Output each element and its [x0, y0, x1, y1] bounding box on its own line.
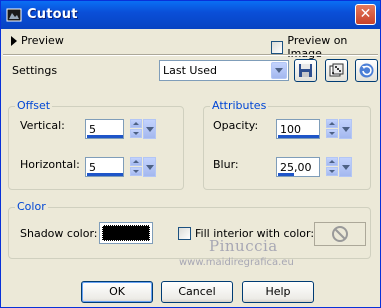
vertical-label: Vertical:	[20, 119, 65, 132]
horizontal-input[interactable]: 5	[85, 157, 156, 177]
shadow-color-fill	[102, 225, 150, 241]
reset-arrow-icon	[359, 63, 374, 78]
blur-up-icon[interactable]	[326, 157, 338, 166]
opacity-stepper[interactable]	[326, 119, 338, 139]
preview-row: Preview Preview on Image	[1, 29, 380, 60]
watermark-url: www.maidiregrafica.eu	[179, 257, 294, 268]
blur-dropdown-icon[interactable]	[339, 157, 352, 177]
opacity-label: Opacity:	[213, 119, 259, 132]
preview-toggle[interactable]: Preview	[11, 34, 64, 47]
horizontal-level-bar	[87, 173, 123, 176]
app-icon	[6, 7, 22, 23]
opacity-up-icon[interactable]	[326, 119, 338, 128]
blur-stepper[interactable]	[326, 157, 338, 177]
window-title: Cutout	[27, 7, 78, 22]
title-bar[interactable]: Cutout ✕	[1, 1, 380, 29]
shadow-color-label: Shadow color:	[20, 227, 98, 240]
dice-icon	[329, 63, 344, 77]
settings-dropdown[interactable]: Last Used	[159, 60, 289, 81]
preview-on-image-checkbox[interactable]	[271, 40, 284, 54]
blur-label: Blur:	[213, 158, 239, 171]
offset-group-title: Offset	[15, 99, 53, 112]
horizontal-dropdown-icon[interactable]	[143, 157, 156, 177]
disabled-icon	[332, 226, 348, 242]
horizontal-down-icon[interactable]	[130, 167, 142, 176]
watermark-name: Pinuccia	[209, 237, 278, 255]
opacity-input[interactable]: 100	[276, 119, 352, 139]
preview-label: Preview	[21, 34, 64, 47]
chevron-down-icon[interactable]	[271, 62, 287, 79]
close-button[interactable]: ✕	[355, 4, 376, 25]
attributes-group-title: Attributes	[210, 99, 269, 112]
blur-down-icon[interactable]	[326, 167, 338, 176]
blur-level-bar	[278, 173, 294, 176]
expand-arrow-icon	[11, 35, 17, 46]
reset-button[interactable]	[355, 59, 378, 82]
randomize-button[interactable]	[325, 59, 348, 82]
ok-button[interactable]: OK	[81, 281, 153, 303]
opacity-dropdown-icon[interactable]	[339, 119, 352, 139]
opacity-down-icon[interactable]	[326, 129, 338, 138]
vertical-down-icon[interactable]	[130, 129, 142, 138]
settings-selected-value: Last Used	[163, 64, 217, 77]
save-preset-button[interactable]	[294, 59, 317, 82]
blur-input[interactable]: 25,00	[276, 157, 352, 177]
fill-interior-checkbox[interactable]	[178, 227, 191, 240]
vertical-level-bar	[87, 135, 123, 138]
fill-color-swatch[interactable]	[314, 222, 366, 246]
vertical-dropdown-icon[interactable]	[143, 119, 156, 139]
vertical-stepper[interactable]	[130, 119, 142, 139]
preview-on-image-option[interactable]: Preview on Image	[271, 34, 380, 60]
opacity-level-bar	[278, 135, 319, 138]
color-group-title: Color	[15, 200, 48, 213]
shadow-color-swatch[interactable]	[99, 222, 153, 244]
cutout-dialog: Cutout ✕ Preview Preview on Image Settin…	[0, 0, 381, 308]
vertical-input[interactable]: 5	[85, 119, 156, 139]
separator	[3, 54, 378, 56]
floppy-disk-icon	[299, 64, 312, 77]
help-button[interactable]: Help	[242, 281, 314, 303]
horizontal-label: Horizontal:	[20, 158, 80, 171]
settings-label: Settings	[12, 64, 58, 77]
horizontal-stepper[interactable]	[130, 157, 142, 177]
vertical-up-icon[interactable]	[130, 119, 142, 128]
horizontal-up-icon[interactable]	[130, 157, 142, 166]
preview-on-image-label: Preview on Image	[287, 34, 348, 60]
cancel-button[interactable]: Cancel	[161, 281, 233, 303]
